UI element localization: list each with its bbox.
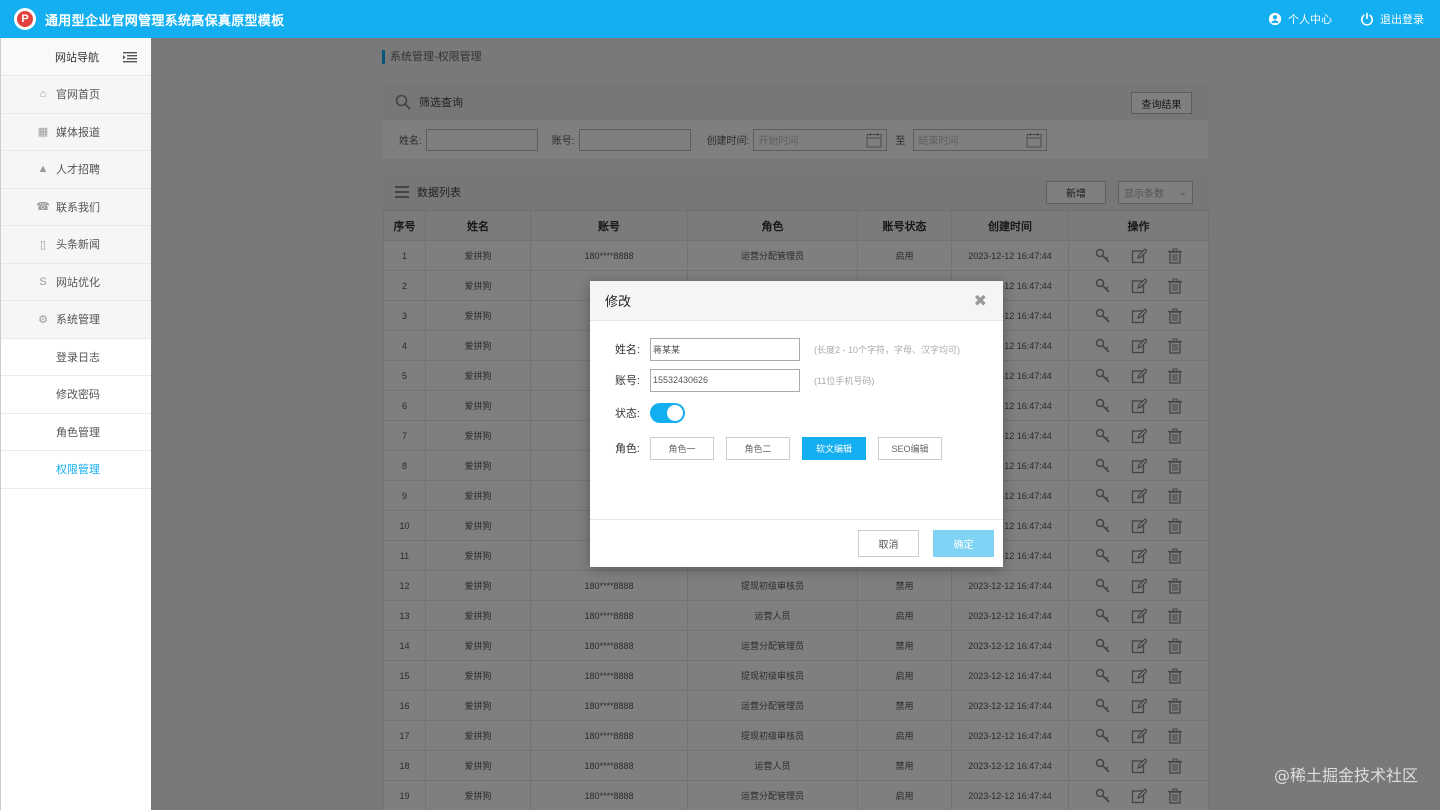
account-label: 账号:: [614, 375, 640, 387]
status-label: 状态:: [614, 408, 640, 420]
sidebar-item-contact[interactable]: ☎ 联系我们: [1, 188, 151, 226]
cancel-button[interactable]: 取消: [858, 530, 919, 557]
sidebar-item-media[interactable]: ▦ 媒体报道: [1, 113, 151, 151]
role-option[interactable]: 角色二: [726, 436, 790, 460]
top-header: P 通用型企业官网管理系统高保真原型模板 个人中心 退出登录: [0, 0, 1440, 38]
name-hint: (长度2 - 10个字符，字母、汉字均可): [814, 344, 961, 355]
account-hint: (11位手机号码): [814, 375, 875, 386]
confirm-button[interactable]: 确定: [933, 530, 994, 557]
sidebar-item-label: 头条新闻: [56, 239, 100, 252]
sidebar-item-home[interactable]: ⌂ 官网首页: [1, 76, 151, 114]
sidebar-item-label: 联系我们: [56, 201, 100, 214]
sidebar-sub-change-password[interactable]: 修改密码: [1, 376, 151, 414]
status-toggle[interactable]: [650, 403, 685, 423]
sidebar-sub-permission-management[interactable]: 权限管理: [1, 451, 151, 489]
app-logo: P: [14, 8, 36, 30]
role-option[interactable]: 软文编辑: [802, 436, 866, 460]
logout-link[interactable]: 退出登录: [1360, 11, 1424, 27]
logout-label: 退出登录: [1380, 14, 1424, 26]
sidebar-item-label: 人才招聘: [56, 164, 100, 177]
profile-label: 个人中心: [1288, 14, 1332, 26]
sidebar-item-label: 网站优化: [56, 276, 100, 289]
sidebar-item-label: 官网首页: [56, 89, 100, 102]
sidebar-sub-login-log[interactable]: 登录日志: [1, 338, 151, 376]
menu-collapse-icon[interactable]: [123, 51, 137, 63]
sidebar-item-label: 系统管理: [56, 314, 100, 327]
sidebar-header: 网站导航: [1, 38, 151, 76]
grid-icon: ▦: [37, 126, 49, 139]
role-label: 角色:: [614, 443, 640, 455]
toggle-knob: [667, 405, 683, 421]
dialog-title: 修改: [605, 294, 632, 309]
role-option[interactable]: SEO编辑: [878, 436, 942, 460]
sidebar: 网站导航 ⌂ 官网首页 ▦ 媒体报道 ▲ 人才招聘 ☎ 联系我们 ▯ 头条新闻 S 网站优化…: [0, 38, 151, 810]
sidebar-item-seo[interactable]: S 网站优化: [1, 263, 151, 301]
dialog-footer: 取消 确定: [590, 519, 1003, 567]
dialog-header: 修改 ✖: [590, 281, 1003, 321]
gear-icon: ⚙: [38, 313, 48, 326]
sidebar-item-label: 媒体报道: [56, 126, 100, 139]
mobile-icon: ▯: [39, 238, 47, 251]
edit-dialog: 修改 ✖ 姓名: 蒋某某 (长度2 - 10个字符，字母、汉字均可) 账号: 1…: [590, 281, 1003, 567]
name-label: 姓名:: [614, 344, 640, 356]
close-icon[interactable]: ✖: [974, 291, 987, 311]
profile-link[interactable]: 个人中心: [1268, 11, 1332, 27]
sidebar-title: 网站导航: [55, 51, 99, 64]
sidebar-item-news[interactable]: ▯ 头条新闻: [1, 226, 151, 264]
role-option[interactable]: 角色一: [650, 436, 714, 460]
seo-icon: S: [39, 275, 47, 288]
sidebar-sub-role-management[interactable]: 角色管理: [1, 413, 151, 451]
power-icon: [1360, 12, 1374, 26]
role-options: 角色一 角色二 软文编辑 SEO编辑: [650, 436, 942, 460]
user-icon: [1268, 12, 1282, 26]
sidebar-item-system[interactable]: ⚙ 系统管理: [1, 301, 151, 339]
name-input[interactable]: 蒋某某: [650, 337, 800, 361]
home-icon: ⌂: [39, 88, 47, 101]
graduation-cap-icon: ▲: [37, 163, 49, 176]
logo-letter: P: [17, 11, 33, 27]
app-title: 通用型企业官网管理系统高保真原型模板: [45, 12, 285, 28]
sidebar-item-recruit[interactable]: ▲ 人才招聘: [1, 151, 151, 189]
watermark: @稀土掘金技术社区: [1273, 766, 1418, 785]
account-input[interactable]: 15532430626: [650, 368, 800, 392]
phone-icon: ☎: [36, 201, 50, 214]
